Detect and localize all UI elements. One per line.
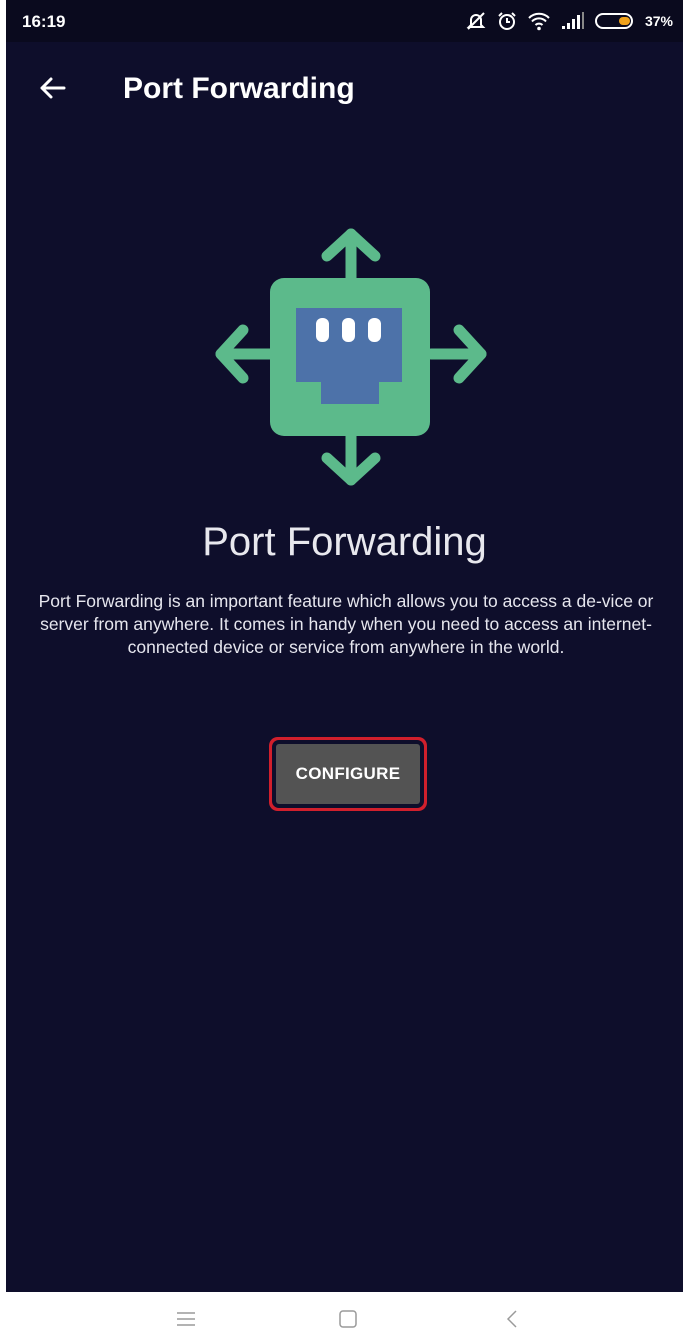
port-forwarding-icon [211, 226, 491, 488]
feature-description: Port Forwarding is an important feature … [38, 591, 654, 657]
app-screen: 16:19 37% Port Forwarding Port Forwardin… [6, 0, 683, 1292]
status-time: 16:19 [22, 12, 66, 31]
status-icons: 37% [465, 9, 673, 33]
system-nav-bar [0, 1292, 683, 1342]
battery-percent: 37% [644, 13, 673, 29]
page-title: Port Forwarding [123, 72, 355, 105]
wifi-icon [527, 11, 551, 31]
menu-icon [176, 1311, 196, 1332]
home-icon [338, 1309, 358, 1334]
back-icon [505, 1309, 519, 1334]
configure-button[interactable]: CONFIGURE [276, 744, 420, 804]
home-nav-button[interactable] [333, 1306, 363, 1336]
arrow-left-icon [38, 76, 66, 105]
feature-title: Port Forwarding [202, 520, 487, 564]
back-button[interactable] [28, 70, 76, 110]
alarm-icon [497, 11, 517, 31]
signal-icon [561, 12, 585, 30]
mute-icon [465, 11, 487, 31]
battery-icon [594, 12, 635, 30]
menu-nav-button[interactable] [171, 1306, 201, 1336]
back-nav-button[interactable] [497, 1306, 527, 1336]
status-bar: 16:19 37% [6, 0, 683, 42]
app-bar: Port Forwarding [6, 42, 683, 134]
